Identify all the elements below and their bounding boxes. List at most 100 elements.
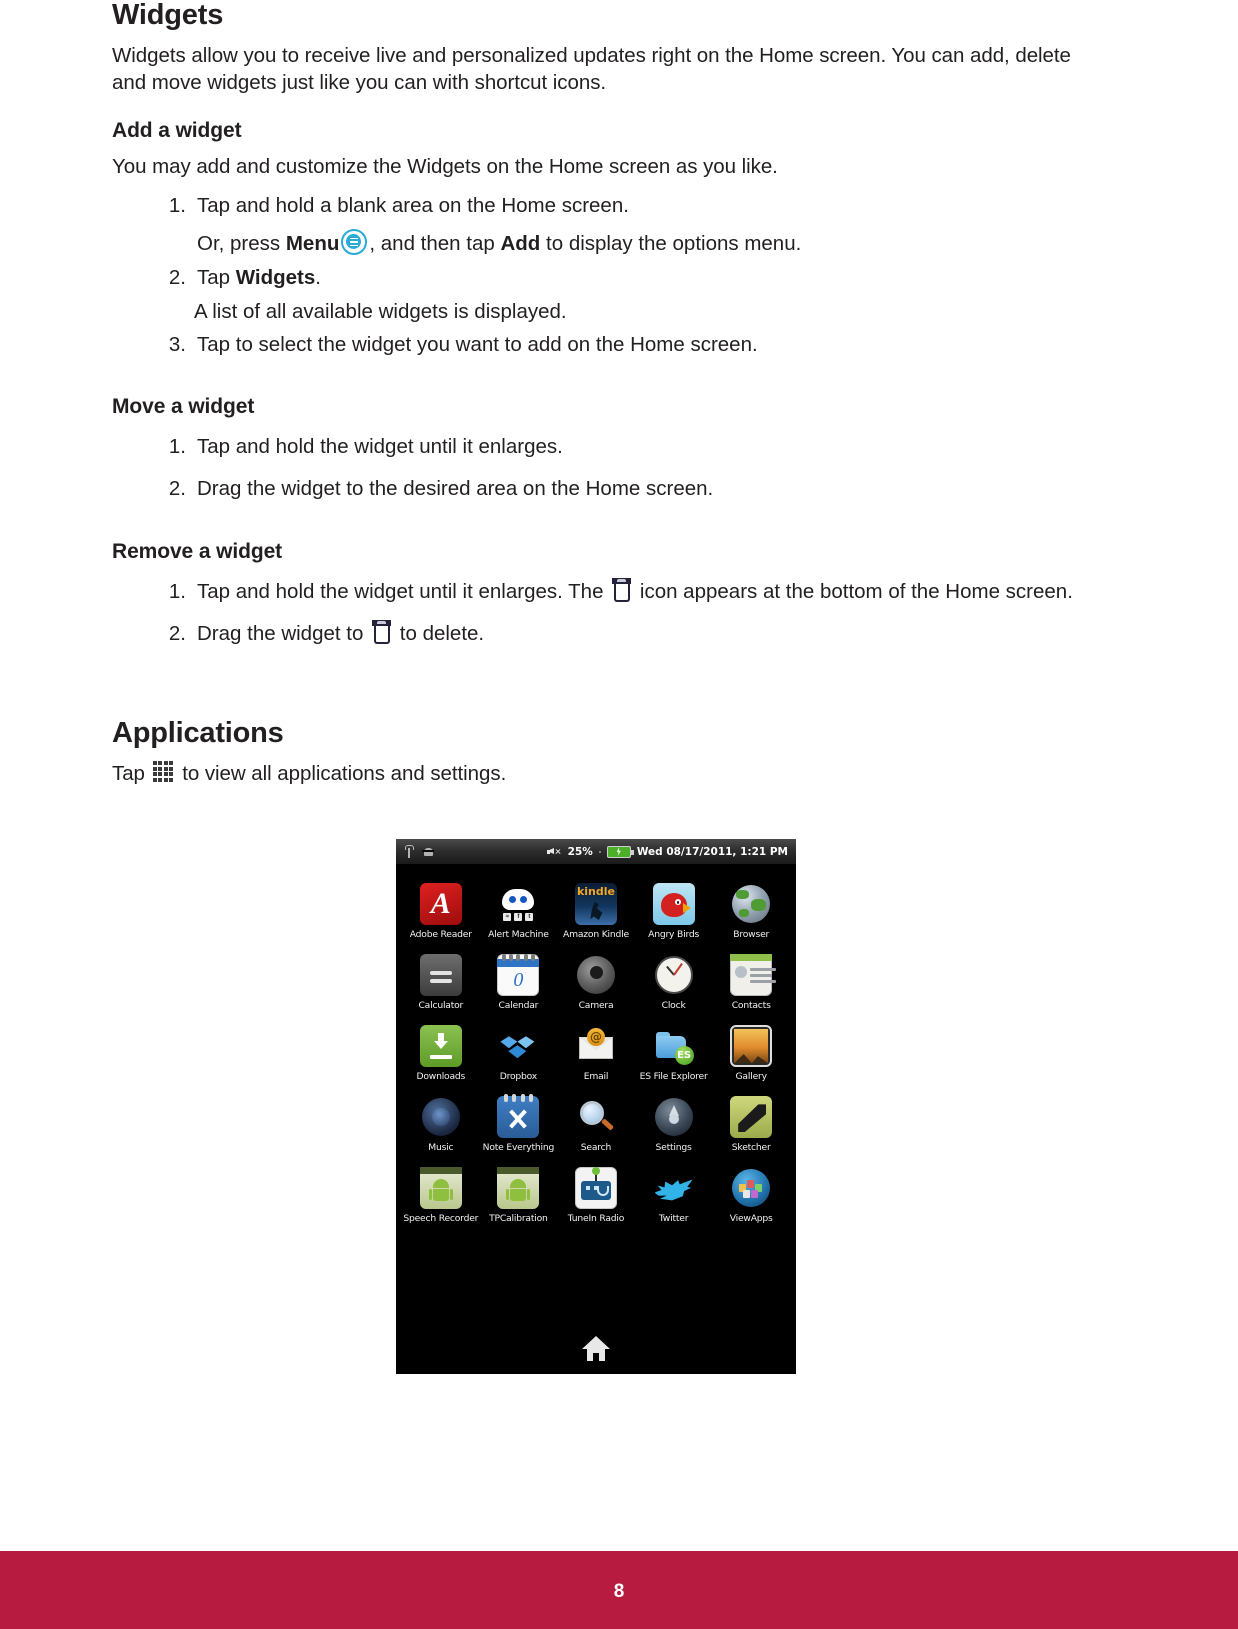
app-item-amazon-kindle[interactable]: kindle Amazon Kindle (557, 877, 635, 944)
sketcher-icon (730, 1096, 773, 1139)
trash-icon[interactable] (612, 578, 632, 603)
app-item-calendar[interactable]: 0 Calendar (480, 948, 558, 1015)
app-label: Browser (733, 929, 770, 940)
app-label: Note Everything (482, 1142, 555, 1154)
android-icon (422, 846, 434, 857)
app-item-alert-machine[interactable]: ≈ f t Alert Machine (480, 877, 558, 944)
camera-icon (575, 954, 617, 996)
page-title: Widgets (112, 0, 224, 31)
app-label: Contacts (731, 1000, 771, 1012)
app-item-search[interactable]: Search (557, 1090, 635, 1157)
app-item-sketcher[interactable]: Sketcher (712, 1090, 790, 1157)
heading-remove-a-widget: Remove a widget (112, 540, 283, 564)
list-text-a: Drag the widget to (197, 621, 370, 645)
app-item-viewapps[interactable]: ViewApps (712, 1161, 790, 1228)
home-icon (582, 1336, 610, 1362)
add-widget-steps-3: 3. Tap to select the widget you want to … (112, 331, 1092, 359)
app-item-dropbox[interactable]: Dropbox (480, 1019, 558, 1086)
add-bold-label: Add (500, 232, 541, 256)
app-item-browser[interactable]: Browser (712, 877, 790, 944)
app-item-calculator[interactable]: Calculator (402, 948, 480, 1015)
remove-widget-steps: 1. Tap and hold the widget until it enla… (112, 578, 1092, 647)
list-text: Tap and hold the widget until it enlarge… (197, 434, 563, 458)
home-button[interactable] (396, 1336, 796, 1362)
app-label: Sketcher (731, 1142, 771, 1154)
app-label: Angry Birds (648, 929, 700, 940)
app-item-note-everything[interactable]: Note Everything (480, 1090, 558, 1157)
app-label: Clock (661, 1000, 686, 1012)
app-label: Calculator (418, 1000, 464, 1012)
app-label: Downloads (416, 1071, 466, 1083)
heading-move-a-widget: Move a widget (112, 394, 255, 418)
list-number: 2. (168, 265, 186, 289)
app-label: Gallery (735, 1071, 768, 1083)
trash-icon[interactable] (372, 619, 392, 644)
contacts-icon (730, 954, 777, 997)
amazon-kindle-icon: kindle (574, 883, 617, 925)
app-item-speech-recorder[interactable]: Speech Recorder (402, 1161, 480, 1228)
app-item-tunein-radio[interactable]: TuneIn Radio (557, 1161, 635, 1228)
add-widget-steps: 1. Tap and hold a blank area on the Home… (112, 192, 1092, 220)
tablet-screenshot: 25% Wed 08/17/2011, 1:21 PM A Adobe Read… (396, 839, 796, 1374)
list-item: 1. Tap and hold the widget until it enla… (112, 433, 1092, 461)
app-label: Camera (578, 1000, 614, 1012)
app-item-settings[interactable]: Settings (635, 1090, 713, 1157)
app-label: Speech Recorder (403, 1213, 479, 1225)
list-number: 2. (168, 476, 186, 500)
battery-percent-label: 25% (567, 845, 593, 858)
app-item-contacts[interactable]: Contacts (712, 948, 790, 1015)
battery-charging-icon (606, 845, 634, 858)
app-item-gallery[interactable]: Gallery (712, 1019, 790, 1086)
list-number: 1. (168, 580, 186, 604)
app-item-camera[interactable]: Camera (557, 948, 635, 1015)
app-label: Search (580, 1142, 612, 1154)
downloads-icon (419, 1025, 462, 1068)
app-item-angry-birds[interactable]: Angry Birds (635, 877, 713, 944)
calendar-icon: 0 (497, 954, 540, 997)
list-number: 2. (168, 621, 186, 645)
app-label: Twitter (658, 1213, 689, 1225)
list-text: Tap and hold a blank area on the Home sc… (197, 193, 629, 217)
menu-icon[interactable] (341, 229, 368, 256)
add-widget-steps-2: 2. Tap Widgets. (112, 264, 1092, 292)
page-number: 8 (613, 1581, 625, 1602)
app-label: ES File Explorer (639, 1071, 708, 1083)
app-item-adobe-reader[interactable]: A Adobe Reader (402, 877, 480, 944)
list-number: 1. (168, 193, 186, 217)
list-item: 2. Tap Widgets. (112, 264, 1092, 292)
twitter-icon (653, 1167, 695, 1209)
tunein-radio-icon (574, 1167, 617, 1210)
status-bar-left (404, 845, 434, 858)
dropbox-icon (497, 1025, 539, 1067)
note-text-a: Or, press (197, 232, 286, 256)
angry-birds-icon (652, 883, 695, 925)
app-label: Dropbox (499, 1071, 538, 1083)
add-widget-step2-note: A list of all available widgets is displ… (194, 299, 567, 323)
app-item-clock[interactable]: Clock (635, 948, 713, 1015)
apps-grid-icon[interactable] (152, 761, 175, 783)
app-item-music[interactable]: Music (402, 1090, 480, 1157)
app-item-email[interactable]: @ Email (557, 1019, 635, 1086)
browser-icon (730, 883, 772, 925)
alert-machine-icon: ≈ f t (497, 883, 539, 925)
list-text: Drag the widget to the desired area on t… (197, 476, 714, 500)
app-item-twitter[interactable]: Twitter (635, 1161, 713, 1228)
app-label: Settings (655, 1142, 692, 1154)
page-content: Widgets Widgets allow you to receive liv… (112, 0, 1092, 799)
app-item-es-file-explorer[interactable]: ES ES File Explorer (635, 1019, 713, 1086)
status-bar-right: 25% Wed 08/17/2011, 1:21 PM (546, 845, 788, 858)
list-text-b: to delete. (394, 621, 485, 645)
app-label: Amazon Kindle (563, 929, 629, 940)
note-text-c: to display the options menu. (540, 232, 802, 256)
search-icon (575, 1096, 617, 1138)
add-widget-intro: You may add and customize the Widgets on… (112, 154, 778, 178)
settings-icon (653, 1096, 695, 1138)
usb-icon (404, 845, 414, 858)
list-item: 1. Tap and hold a blank area on the Home… (112, 192, 1092, 220)
app-label: TuneIn Radio (567, 1213, 625, 1225)
app-label: Calendar (498, 1000, 539, 1012)
app-item-tp-calibration[interactable]: TPCalibration (480, 1161, 558, 1228)
clock-icon (653, 954, 695, 996)
app-item-downloads[interactable]: Downloads (402, 1019, 480, 1086)
note-everything-icon (497, 1094, 540, 1139)
